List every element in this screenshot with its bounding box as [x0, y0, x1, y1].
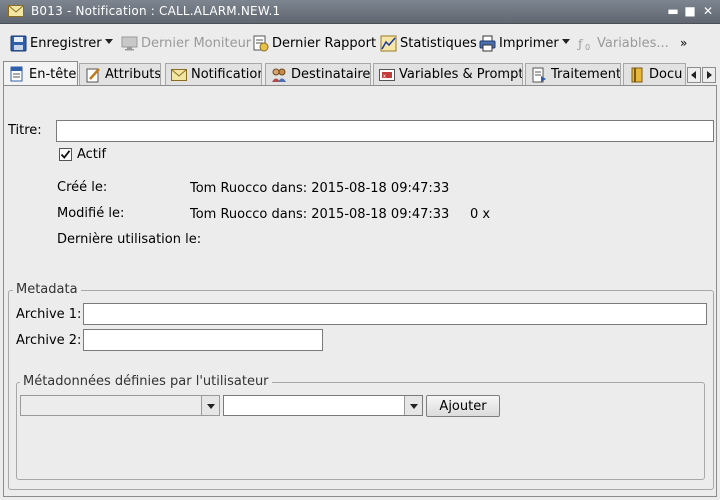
tab-traitement-label: Traitement: [551, 67, 621, 82]
tab-notification-label: Notification: [191, 67, 262, 82]
created-label: Créé le:: [57, 180, 108, 195]
last-monitor-label: Dernier Moniteur: [141, 35, 252, 51]
window-title: B013 - Notification : CALL.ALARM.NEW.1: [31, 4, 281, 18]
last-report-button[interactable]: Dernier Rapport: [252, 32, 376, 54]
save-label: Enregistrer: [30, 35, 102, 51]
chart-icon: [380, 35, 397, 51]
title-input[interactable]: [56, 120, 714, 142]
envelope-icon: [8, 5, 24, 17]
tab-en-tete-label: En-tête: [29, 66, 77, 82]
tab-scroll-right-button[interactable]: [702, 67, 716, 83]
close-icon[interactable]: ✕: [700, 3, 716, 19]
metadata-value-select[interactable]: [223, 395, 423, 416]
archive2-input[interactable]: [83, 329, 323, 351]
modified-value: Tom Ruocco dans: 2015-08-18 09:47:33: [190, 207, 450, 222]
tab-bar: En-tête Attributs Notification Destinata…: [0, 61, 720, 86]
svg-text:0: 0: [585, 43, 590, 52]
chevron-down-icon[interactable]: [201, 396, 219, 415]
toolbar-overflow-button[interactable]: »: [680, 32, 687, 54]
envelope-icon: [171, 68, 187, 81]
tab-notification[interactable]: Notification: [165, 63, 262, 85]
archive1-label: Archive 1:: [16, 307, 82, 322]
tab-destinataires[interactable]: Destinataires: [265, 63, 371, 85]
variables-label: Variables...: [597, 35, 669, 51]
tab-attributs-label: Attributs: [105, 67, 161, 82]
add-metadata-button[interactable]: Ajouter: [426, 395, 500, 417]
tab-en-tete[interactable]: En-tête: [3, 61, 78, 86]
save-button[interactable]: Enregistrer: [10, 32, 102, 54]
tab-documentation[interactable]: Docu: [623, 63, 686, 85]
floppy-disk-icon: [10, 35, 27, 51]
save-dropdown-icon[interactable]: [105, 39, 113, 44]
tab-traitement[interactable]: Traitement: [525, 63, 621, 85]
printer-icon: [479, 35, 496, 51]
variables-icon: ƒ 0: [577, 37, 590, 52]
user-metadata-group-title: Métadonnées définies par l'utilisateur: [20, 374, 272, 389]
variables-button[interactable]: ƒ 0 Variables...: [577, 32, 669, 54]
chevron-down-icon[interactable]: [404, 396, 422, 415]
metadata-group-title: Metadata: [13, 282, 81, 297]
toolbar-overflow-label: »: [680, 36, 688, 50]
main-toolbar: Enregistrer Dernier Moniteur Dernier Rap…: [0, 29, 720, 57]
report-icon: [253, 35, 269, 51]
tab-documentation-label: Docu: [649, 67, 683, 82]
maximize-icon[interactable]: ■: [682, 3, 698, 19]
tab-destinataires-label: Destinataires: [291, 67, 371, 82]
active-label: Actif: [77, 147, 107, 162]
arrow-left-icon: [691, 71, 696, 79]
tab-variables-prompts[interactable]: x Variables & Prompts: [373, 63, 523, 85]
pencil-page-icon: [86, 67, 100, 82]
header-page-icon: [10, 66, 23, 82]
print-label: Imprimer: [499, 35, 559, 51]
book-icon: [631, 67, 643, 82]
arrow-right-icon: [707, 71, 712, 79]
svg-text:ƒ: ƒ: [577, 37, 584, 51]
archive2-label: Archive 2:: [16, 333, 82, 348]
monitor-icon: [121, 36, 138, 50]
window-title-bar[interactable]: B013 - Notification : CALL.ALARM.NEW.1 ▬…: [0, 0, 720, 24]
last-used-label: Dernière utilisation le:: [57, 232, 202, 247]
print-dropdown-icon[interactable]: [562, 39, 570, 44]
created-value: Tom Ruocco dans: 2015-08-18 09:47:33: [190, 181, 450, 196]
modified-count: 0 x: [470, 207, 491, 222]
checkmark-icon: [60, 150, 71, 159]
active-checkbox[interactable]: [59, 148, 72, 161]
last-report-label: Dernier Rapport: [272, 35, 377, 51]
metadata-key-select[interactable]: [20, 395, 220, 416]
statistics-label: Statistiques: [400, 35, 477, 51]
archive1-input[interactable]: [83, 303, 707, 325]
modified-label: Modifié le:: [57, 206, 125, 221]
process-page-icon: [532, 67, 546, 82]
tab-scroll-left-button[interactable]: [687, 67, 701, 83]
print-button[interactable]: Imprimer: [479, 32, 559, 54]
variables-box-icon: x: [379, 68, 395, 81]
tab-variables-prompts-label: Variables & Prompts: [399, 67, 523, 82]
last-monitor-button[interactable]: Dernier Moniteur: [121, 32, 251, 54]
svg-text:x: x: [383, 73, 386, 79]
users-icon: [272, 68, 286, 82]
statistics-button[interactable]: Statistiques: [380, 32, 477, 54]
title-label: Titre:: [8, 123, 42, 138]
minimize-icon[interactable]: ▬: [665, 3, 681, 19]
tab-attributs[interactable]: Attributs: [79, 63, 161, 85]
